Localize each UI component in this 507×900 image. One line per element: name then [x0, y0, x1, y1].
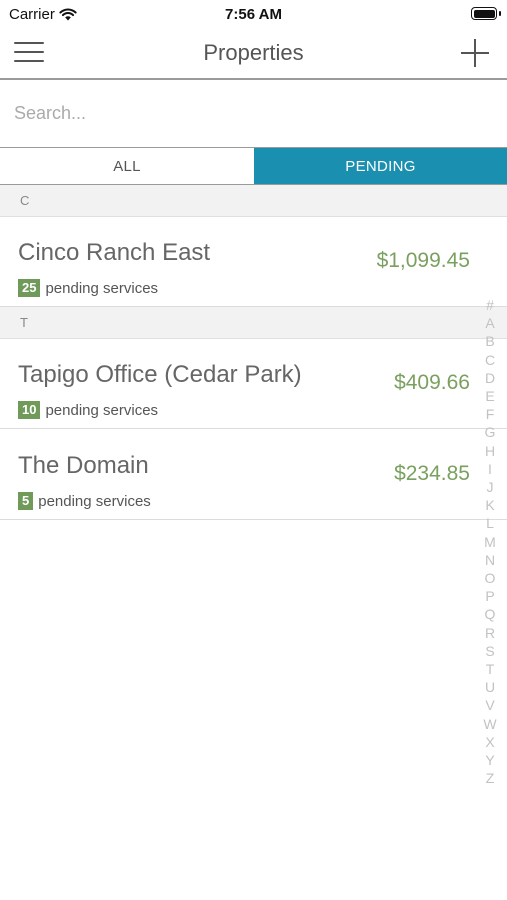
- nav-bar: Properties: [0, 28, 507, 80]
- section-header-t: T: [0, 307, 507, 339]
- pending-count-badge: 25: [18, 279, 41, 297]
- section-letter: C: [20, 193, 30, 208]
- index-letter-t[interactable]: T: [480, 660, 500, 678]
- index-letter-hash[interactable]: #: [480, 296, 500, 314]
- filter-tabs: ALL PENDING: [0, 147, 507, 185]
- property-row[interactable]: Cinco Ranch East 25 pending services $1,…: [0, 217, 507, 307]
- index-letter-c[interactable]: C: [480, 351, 500, 369]
- pending-count-badge: 5: [18, 492, 34, 510]
- index-letter-d[interactable]: D: [480, 369, 500, 387]
- index-letter-a[interactable]: A: [480, 314, 500, 332]
- search-input[interactable]: [0, 80, 507, 147]
- battery-nub: [499, 11, 501, 16]
- property-amount: $1,099.45: [376, 249, 470, 272]
- property-amount: $234.85: [394, 462, 470, 485]
- index-letter-k[interactable]: K: [480, 496, 500, 514]
- property-row[interactable]: Tapigo Office (Cedar Park) 10 pending se…: [0, 339, 507, 429]
- pending-services-info: 10 pending services: [18, 401, 158, 419]
- index-letter-f[interactable]: F: [480, 405, 500, 423]
- index-letter-j[interactable]: J: [480, 478, 500, 496]
- pending-count-badge: 10: [18, 401, 41, 419]
- property-name: Tapigo Office (Cedar Park): [18, 361, 302, 388]
- index-letter-m[interactable]: M: [480, 533, 500, 551]
- tab-pending[interactable]: PENDING: [254, 148, 507, 184]
- section-letter: T: [20, 315, 28, 330]
- index-letter-y[interactable]: Y: [480, 751, 500, 769]
- property-amount: $409.66: [394, 371, 470, 394]
- pending-services-info: 25 pending services: [18, 279, 158, 297]
- pending-services-label: pending services: [38, 492, 151, 510]
- status-bar: Carrier 7:56 AM: [0, 0, 507, 28]
- add-property-button[interactable]: [461, 39, 489, 67]
- property-name: The Domain: [18, 452, 149, 479]
- index-letter-n[interactable]: N: [480, 551, 500, 569]
- index-letter-e[interactable]: E: [480, 387, 500, 405]
- index-letter-v[interactable]: V: [480, 696, 500, 714]
- tab-all[interactable]: ALL: [0, 148, 254, 184]
- index-letter-p[interactable]: P: [480, 587, 500, 605]
- section-index[interactable]: # A B C D E F G H I J K L M N O P Q R S …: [480, 296, 500, 787]
- index-letter-q[interactable]: Q: [480, 605, 500, 623]
- pending-services-label: pending services: [45, 401, 159, 419]
- index-letter-x[interactable]: X: [480, 733, 500, 751]
- index-letter-r[interactable]: R: [480, 624, 500, 642]
- index-letter-b[interactable]: B: [480, 332, 500, 350]
- menu-icon[interactable]: [14, 42, 44, 64]
- index-letter-z[interactable]: Z: [480, 769, 500, 787]
- index-letter-o[interactable]: O: [480, 569, 500, 587]
- pending-services-label: pending services: [45, 279, 159, 297]
- page-title: Properties: [203, 40, 304, 65]
- property-name: Cinco Ranch East: [18, 239, 211, 266]
- index-letter-u[interactable]: U: [480, 678, 500, 696]
- index-letter-g[interactable]: G: [480, 423, 500, 441]
- battery-icon: [471, 7, 497, 20]
- index-letter-h[interactable]: H: [480, 442, 500, 460]
- status-time: 7:56 AM: [225, 6, 282, 23]
- index-letter-i[interactable]: I: [480, 460, 500, 478]
- index-letter-l[interactable]: L: [480, 514, 500, 532]
- pending-services-info: 5 pending services: [18, 492, 151, 510]
- index-letter-s[interactable]: S: [480, 642, 500, 660]
- property-row[interactable]: The Domain 5 pending services $234.85: [0, 430, 507, 520]
- section-header-c: C: [0, 185, 507, 217]
- search-bar: [0, 80, 507, 147]
- index-letter-w[interactable]: W: [480, 715, 500, 733]
